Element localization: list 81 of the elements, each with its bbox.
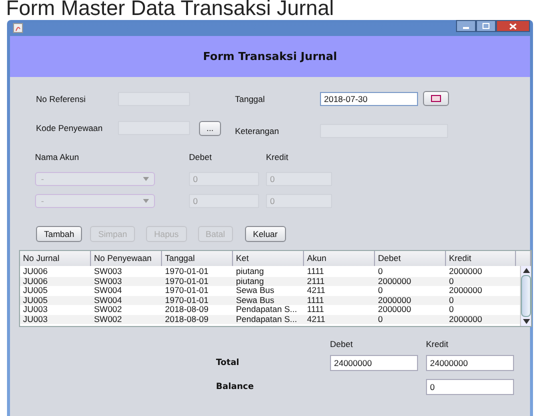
action-button[interactable]: Tambah — [36, 226, 82, 242]
form-title: Form Transaksi Jurnal — [202, 50, 338, 63]
calendar-icon — [431, 95, 441, 102]
calendar-button[interactable] — [423, 91, 449, 106]
column-header[interactable]: No Jurnal — [20, 251, 91, 266]
column-label: Kredit — [426, 339, 450, 349]
table-cell-text: 1970-01-01 — [164, 286, 210, 296]
table-cell-text: 2018-08-09 — [164, 305, 210, 314]
field-label: Tanggal — [235, 94, 266, 104]
table-cell-text: 4211 — [306, 314, 326, 324]
table-cell-text: 1970-01-01 — [164, 267, 210, 276]
total-kredit-field[interactable]: 24000000 — [426, 355, 514, 371]
table-cell-text: 1970-01-01 — [164, 296, 210, 305]
table-cell-text: SW002 — [93, 314, 123, 324]
balance-field[interactable]: 0 — [426, 379, 514, 395]
table-cell-text: piutang — [235, 267, 265, 276]
scroll-up-icon[interactable] — [522, 268, 530, 273]
table-cell-text: 1111 — [306, 305, 326, 314]
table-cell-text: JU005 — [22, 286, 49, 296]
table-cell-text: 0 — [377, 286, 384, 296]
table-cell-text: JU006 — [22, 267, 49, 276]
column-header[interactable]: Akun — [304, 251, 375, 266]
total-label: Total — [216, 358, 240, 368]
table-cell-text: 0 — [377, 267, 384, 276]
column-header[interactable]: Ket — [233, 251, 304, 266]
maximize-icon — [482, 23, 490, 29]
field-label: Keterangan — [235, 126, 280, 136]
scroll-down-icon[interactable] — [522, 319, 530, 324]
dropdown-arrow-icon — [143, 177, 149, 181]
column-header[interactable]: Debet — [375, 251, 446, 266]
table-cell-text: 4211 — [306, 286, 326, 296]
column-label: Debet — [189, 152, 213, 162]
date-field[interactable]: 2018-07-30 — [320, 92, 418, 106]
table-cell-text: 1111 — [306, 296, 326, 305]
table-cell-text: SW003 — [93, 267, 123, 276]
table-cell-text: 2000000 — [448, 267, 484, 276]
table-cell-text: 2000000 — [448, 314, 484, 324]
table-cell-text: SW002 — [93, 305, 123, 314]
table-cell-text: Sewa Bus — [235, 296, 276, 305]
table-cell-text: 0 — [448, 305, 455, 314]
dropdown-arrow-icon — [143, 199, 149, 203]
table-cell-text: 2000000 — [377, 276, 412, 286]
table-cell-text: SW004 — [93, 296, 123, 305]
close-button[interactable] — [496, 20, 530, 32]
action-button[interactable]: Keluar — [245, 226, 286, 242]
table-cell-text: 2000000 — [377, 296, 412, 305]
table-cell-text: Pendapatan S... — [235, 305, 298, 314]
balance-label: Balance — [216, 382, 255, 392]
browse-button[interactable]: ... — [199, 120, 221, 136]
field-label: No Referensi — [36, 94, 87, 104]
table-cell-text: Sewa Bus — [235, 286, 276, 296]
table-cell-text: SW003 — [93, 276, 123, 286]
table-cell-text: JU003 — [22, 305, 49, 314]
table-cell-text: piutang — [235, 276, 265, 286]
table-cell-text: 0 — [448, 276, 455, 286]
column-header[interactable]: Kredit — [446, 251, 516, 266]
column-header[interactable]: Tanggal — [162, 251, 233, 266]
table-cell-text: JU006 — [22, 276, 49, 286]
table-cell-text: 2111 — [306, 276, 326, 286]
table-cell-text: 1111 — [306, 267, 326, 276]
table-cell-text: 2000000 — [448, 286, 484, 296]
page-caption: Form Master Data Transaksi Jurnal — [5, 0, 335, 20]
table-cell-text: 1970-01-01 — [164, 276, 210, 286]
column-header[interactable]: No Penyewaan — [91, 251, 162, 266]
table-cell-text: 2018-08-09 — [164, 314, 210, 324]
table-cell-text: 0 — [377, 314, 384, 324]
table-cell-text: 2000000 — [377, 305, 412, 314]
scrollbar[interactable] — [520, 266, 531, 326]
column-label: Debet — [330, 339, 354, 349]
table-cell-text: SW004 — [93, 286, 123, 296]
column-label: Kredit — [266, 152, 290, 162]
total-debet-field[interactable]: 24000000 — [330, 355, 418, 371]
table-cell-text: 0 — [448, 296, 455, 305]
table-cell-text: JU003 — [22, 314, 49, 324]
close-icon — [509, 22, 517, 30]
table-cell-text: JU005 — [22, 296, 49, 305]
field-label: Kode Penyewaan — [36, 123, 104, 133]
column-label: Nama Akun — [35, 152, 80, 162]
maximize-button[interactable] — [476, 20, 496, 32]
table-cell-text: Pendapatan S... — [235, 314, 298, 324]
minimize-button[interactable] — [456, 20, 476, 32]
